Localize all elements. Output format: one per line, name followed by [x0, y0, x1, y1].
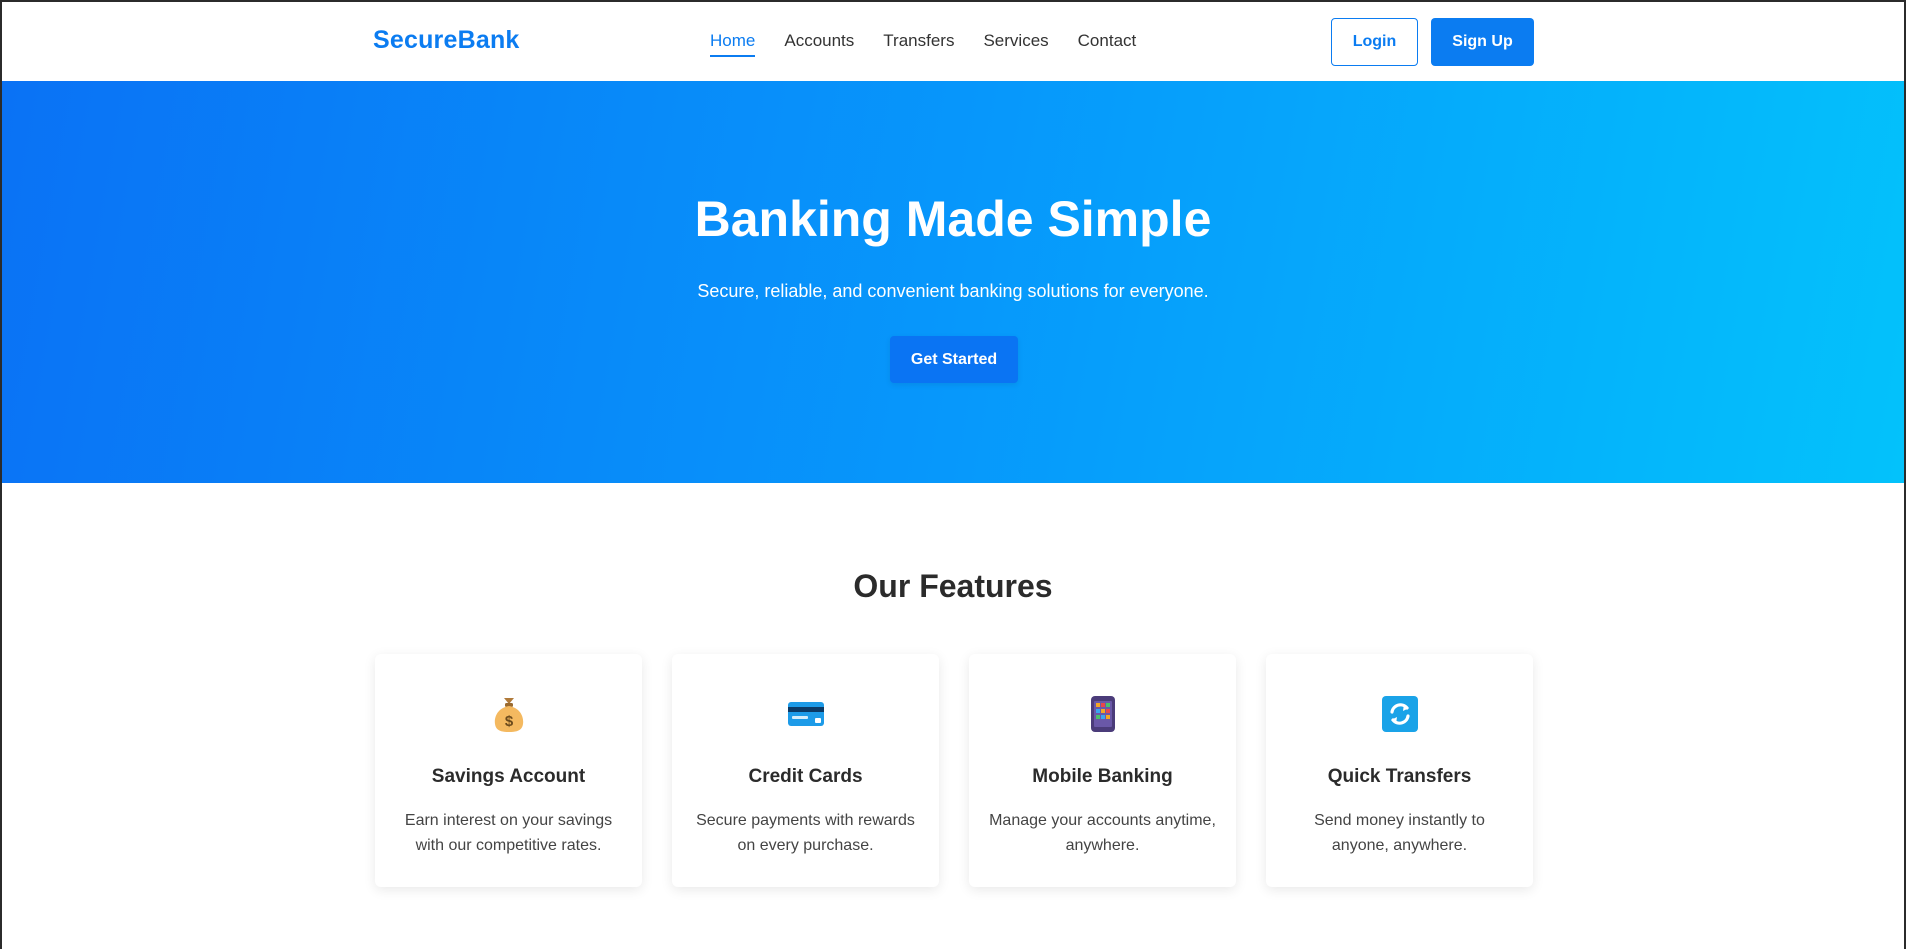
feature-title: Savings Account [431, 766, 586, 787]
nav-item-home[interactable]: Home [710, 31, 756, 57]
feature-description: Manage your accounts anytime, anywhere. [989, 812, 1216, 854]
feature-title: Mobile Banking [1032, 766, 1173, 787]
feature-title: Credit Cards [748, 766, 863, 787]
login-button[interactable]: Login [1331, 18, 1418, 66]
main-nav: Home Accounts Transfers Services Contact [710, 31, 1165, 57]
features-title: Our Features [853, 568, 1053, 604]
svg-text:$: $ [504, 713, 513, 730]
site-header: SecureBank Home Accounts Transfers Servi… [2, 2, 1904, 81]
feature-description: Send money instantly to anyone, anywhere… [1314, 812, 1485, 854]
feature-card-mobile-banking: Mobile Banking Manage your accounts anyt… [969, 654, 1236, 887]
feature-title: Quick Transfers [1327, 766, 1472, 787]
brand-logo[interactable]: SecureBank [373, 26, 520, 55]
feature-description: Earn interest on your savings with our c… [404, 812, 613, 854]
hero-section: Banking Made Simple Secure, reliable, an… [2, 81, 1904, 483]
hero-subtitle: Secure, reliable, and convenient banking… [697, 281, 1209, 301]
nav-item-services[interactable]: Services [983, 31, 1048, 57]
nav-item-transfers[interactable]: Transfers [883, 31, 954, 57]
nav-item-contact[interactable]: Contact [1078, 31, 1137, 57]
hero-title: Banking Made Simple [694, 191, 1212, 247]
get-started-button[interactable]: Get Started [890, 336, 1018, 383]
features-list: $ Savings Account Earn interest on your … [375, 654, 1533, 887]
feature-card-credit-cards: Credit Cards Secure payments with reward… [672, 654, 939, 887]
nav-item-accounts[interactable]: Accounts [784, 31, 854, 57]
transfer-arrows-icon [1266, 694, 1533, 734]
money-bag-icon: $ [375, 694, 642, 734]
feature-card-quick-transfers: Quick Transfers Send money instantly to … [1266, 654, 1533, 887]
feature-card-savings: $ Savings Account Earn interest on your … [375, 654, 642, 887]
sign-up-button[interactable]: Sign Up [1431, 18, 1534, 66]
credit-card-icon [672, 694, 939, 734]
mobile-phone-icon [969, 694, 1236, 734]
browser-viewport: SecureBank Home Accounts Transfers Servi… [0, 0, 1906, 949]
feature-description: Secure payments with rewards on every pu… [696, 812, 915, 854]
